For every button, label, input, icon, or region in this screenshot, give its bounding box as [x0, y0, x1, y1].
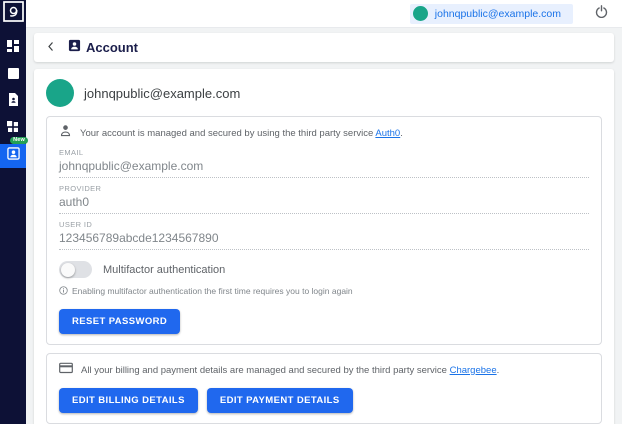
- square-icon: [8, 66, 19, 84]
- info-icon: [59, 282, 68, 300]
- sidebar: New: [0, 0, 26, 424]
- sidebar-item-board[interactable]: [0, 63, 26, 87]
- chevron-left-icon: [46, 39, 56, 57]
- billing-box: All your billing and payment details are…: [46, 353, 602, 424]
- dashboard-icon: [7, 39, 19, 57]
- sidebar-item-account[interactable]: [0, 144, 26, 168]
- edit-payment-button[interactable]: EDIT PAYMENT DETAILS: [207, 388, 353, 413]
- avatar: [413, 6, 428, 21]
- sidebar-item-dashboard[interactable]: [0, 36, 26, 60]
- app-logo[interactable]: [0, 0, 26, 28]
- sidebar-nav: New: [0, 36, 26, 171]
- topbar: johnqpublic@example.com: [26, 0, 622, 28]
- auth0-link[interactable]: Auth0: [375, 128, 400, 139]
- sidebar-item-documents[interactable]: [0, 90, 26, 114]
- mfa-note: Enabling multifactor authentication the …: [59, 282, 589, 300]
- chargebee-link[interactable]: Chargebee: [450, 365, 497, 376]
- mfa-label: Multifactor authentication: [103, 264, 225, 276]
- spiral-logo-icon: [3, 1, 24, 27]
- billing-buttons: EDIT BILLING DETAILS EDIT PAYMENT DETAIL…: [59, 388, 589, 413]
- field-label: EMAIL: [59, 148, 589, 157]
- back-button[interactable]: [46, 39, 56, 57]
- mfa-note-text: Enabling multifactor authentication the …: [72, 286, 353, 296]
- edit-billing-button[interactable]: EDIT BILLING DETAILS: [59, 388, 198, 413]
- auth-note-text: Your account is managed and secured by u…: [80, 128, 375, 139]
- user-id-field: USER ID 123456789abcde1234567890: [59, 214, 589, 250]
- document-person-icon: [8, 93, 19, 111]
- page-header: Account: [34, 33, 614, 62]
- user-menu[interactable]: johnqpublic@example.com: [410, 4, 573, 24]
- reset-password-button[interactable]: RESET PASSWORD: [59, 309, 180, 334]
- field-value: 123456789abcde1234567890: [59, 231, 589, 250]
- credit-card-icon: [59, 361, 73, 379]
- account-box-icon: [68, 39, 81, 57]
- account-box-icon: [7, 147, 20, 165]
- profile-row: johnqpublic@example.com: [46, 79, 602, 107]
- account-card: johnqpublic@example.com Your account is …: [34, 69, 614, 424]
- apps-grid-icon: [7, 120, 19, 138]
- sidebar-item-apps[interactable]: New: [0, 117, 26, 141]
- field-value: auth0: [59, 195, 589, 214]
- auth-note: Your account is managed and secured by u…: [59, 124, 589, 142]
- logout-button[interactable]: [595, 5, 608, 23]
- content: Account johnqpublic@example.com Your acc…: [34, 33, 614, 424]
- user-email: johnqpublic@example.com: [435, 8, 561, 20]
- field-label: USER ID: [59, 220, 589, 229]
- page-title: Account: [86, 40, 138, 55]
- new-badge: New: [10, 137, 28, 145]
- billing-note: All your billing and payment details are…: [59, 361, 589, 379]
- email-field: EMAIL johnqpublic@example.com: [59, 142, 589, 178]
- mfa-toggle[interactable]: [59, 261, 92, 278]
- account-info-box: Your account is managed and secured by u…: [46, 116, 602, 345]
- profile-email: johnqpublic@example.com: [84, 86, 240, 101]
- avatar: [46, 79, 74, 107]
- power-icon: [595, 5, 608, 23]
- billing-note-text: All your billing and payment details are…: [81, 365, 450, 376]
- person-icon: [59, 124, 72, 142]
- provider-field: PROVIDER auth0: [59, 178, 589, 214]
- mfa-row: Multifactor authentication: [59, 261, 589, 278]
- field-label: PROVIDER: [59, 184, 589, 193]
- field-value: johnqpublic@example.com: [59, 159, 589, 178]
